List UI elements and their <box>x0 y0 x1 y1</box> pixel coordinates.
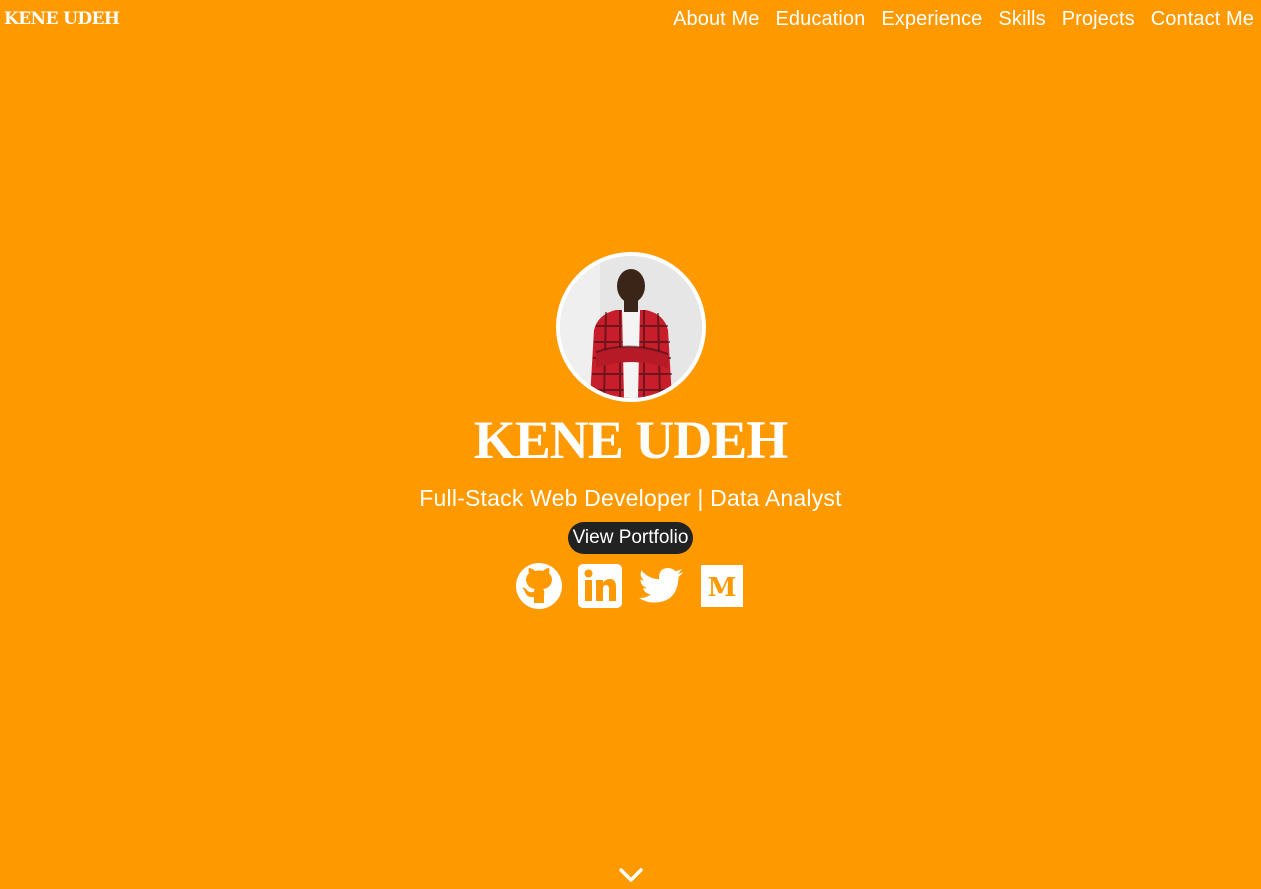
twitter-link[interactable] <box>637 562 685 610</box>
medium-link[interactable]: M <box>698 562 746 610</box>
twitter-icon <box>639 568 683 603</box>
nav-link-skills[interactable]: Skills <box>998 8 1045 31</box>
medium-icon: M <box>701 565 743 607</box>
view-portfolio-button[interactable]: View Portfolio <box>567 522 694 554</box>
profile-photo <box>555 252 706 402</box>
linkedin-icon <box>578 564 622 608</box>
nav-link-experience[interactable]: Experience <box>881 8 982 31</box>
chevron-down-icon <box>619 868 643 882</box>
hero-name: KENE UDEH <box>473 410 789 470</box>
hero-section: KENE UDEH Full-Stack Web Developer | Dat… <box>0 252 1261 610</box>
nav-link-education[interactable]: Education <box>775 8 865 31</box>
brand-logo[interactable]: KENE UDEH <box>4 9 120 29</box>
scroll-down-button[interactable] <box>619 866 643 884</box>
social-links: M <box>515 562 746 610</box>
github-icon <box>516 563 562 609</box>
nav-link-contact-me[interactable]: Contact Me <box>1151 8 1254 31</box>
github-link[interactable] <box>515 562 563 610</box>
svg-text:M: M <box>708 573 737 603</box>
navbar: KENE UDEH About Me Education Experience … <box>0 0 1261 40</box>
hero-subtitle: Full-Stack Web Developer | Data Analyst <box>419 485 842 511</box>
linkedin-link[interactable] <box>576 562 624 610</box>
nav-links: About Me Education Experience Skills Pro… <box>673 8 1254 31</box>
nav-link-projects[interactable]: Projects <box>1062 8 1135 31</box>
profile-photo-illustration <box>559 256 702 398</box>
nav-link-about-me[interactable]: About Me <box>673 8 759 31</box>
